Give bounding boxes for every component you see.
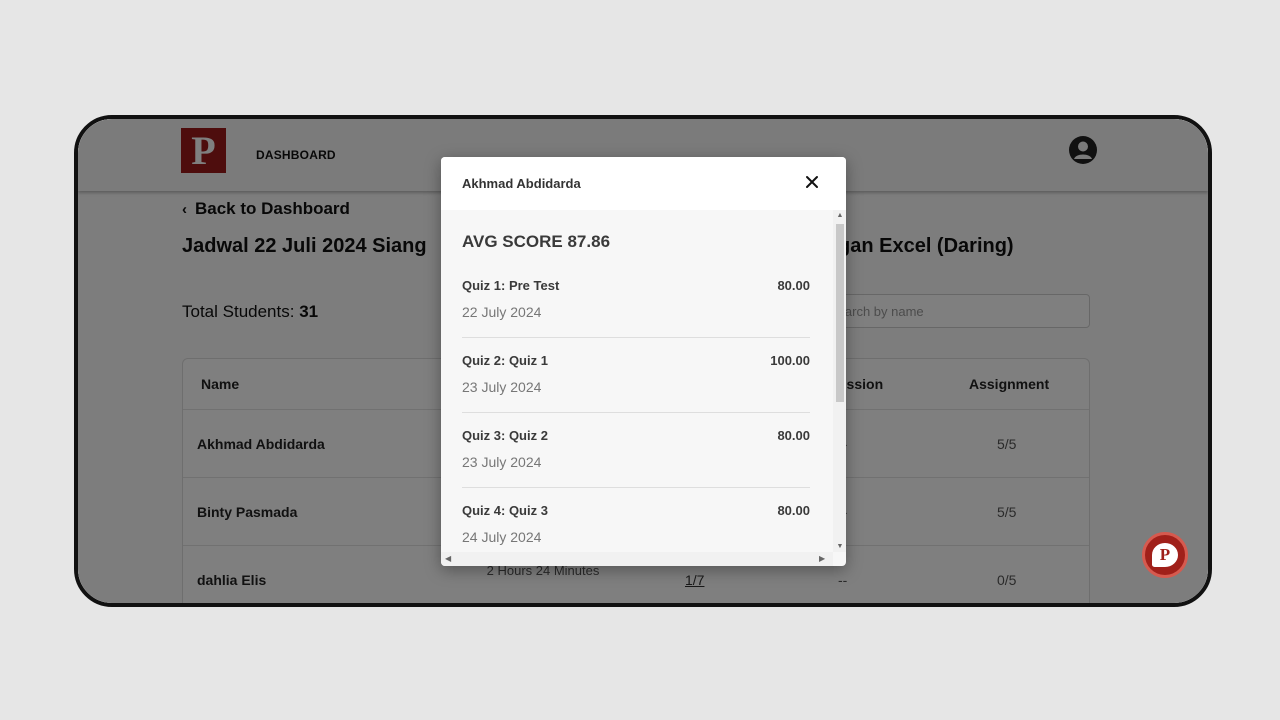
- quiz-score: 80.00: [777, 428, 810, 443]
- horizontal-scrollbar[interactable]: ◀ ▶: [441, 552, 833, 566]
- quiz-title: Quiz 3: Quiz 2: [462, 428, 548, 443]
- quiz-item: Quiz 4: Quiz 3 80.00 24 July 2024: [462, 487, 810, 552]
- quiz-date: 24 July 2024: [462, 529, 542, 545]
- quiz-title: Quiz 2: Quiz 1: [462, 353, 548, 368]
- quiz-score: 80.00: [777, 278, 810, 293]
- quiz-date: 23 July 2024: [462, 454, 542, 470]
- modal-body: AVG SCORE 87.86 Quiz 1: Pre Test 80.00 2…: [441, 210, 833, 552]
- vertical-scrollbar[interactable]: ▲ ▼: [833, 210, 846, 552]
- close-icon[interactable]: [804, 174, 820, 190]
- quiz-title: Quiz 1: Pre Test: [462, 278, 560, 293]
- avg-score: AVG SCORE 87.86: [462, 232, 611, 251]
- scroll-up-icon[interactable]: ▲: [836, 212, 844, 219]
- quiz-date: 22 July 2024: [462, 304, 542, 320]
- modal-header: Akhmad Abdidarda: [441, 157, 846, 210]
- chat-button[interactable]: P: [1142, 532, 1188, 578]
- scroll-left-icon[interactable]: ◀: [445, 554, 451, 563]
- modal-title: Akhmad Abdidarda: [462, 176, 581, 191]
- scroll-down-icon[interactable]: ▼: [836, 543, 844, 550]
- quiz-item: Quiz 2: Quiz 1 100.00 23 July 2024: [462, 337, 810, 413]
- score-detail-modal: Akhmad Abdidarda AVG SCORE 87.86 Quiz 1:…: [441, 157, 846, 566]
- quiz-score: 80.00: [777, 503, 810, 518]
- quiz-item: Quiz 1: Pre Test 80.00 22 July 2024: [462, 262, 810, 338]
- chat-bubble-icon: P: [1152, 543, 1178, 567]
- scroll-right-icon[interactable]: ▶: [819, 554, 825, 563]
- quiz-item: Quiz 3: Quiz 2 80.00 23 July 2024: [462, 412, 810, 488]
- scrollbar-thumb[interactable]: [836, 224, 844, 402]
- quiz-title: Quiz 4: Quiz 3: [462, 503, 548, 518]
- quiz-date: 23 July 2024: [462, 379, 542, 395]
- quiz-score: 100.00: [770, 353, 810, 368]
